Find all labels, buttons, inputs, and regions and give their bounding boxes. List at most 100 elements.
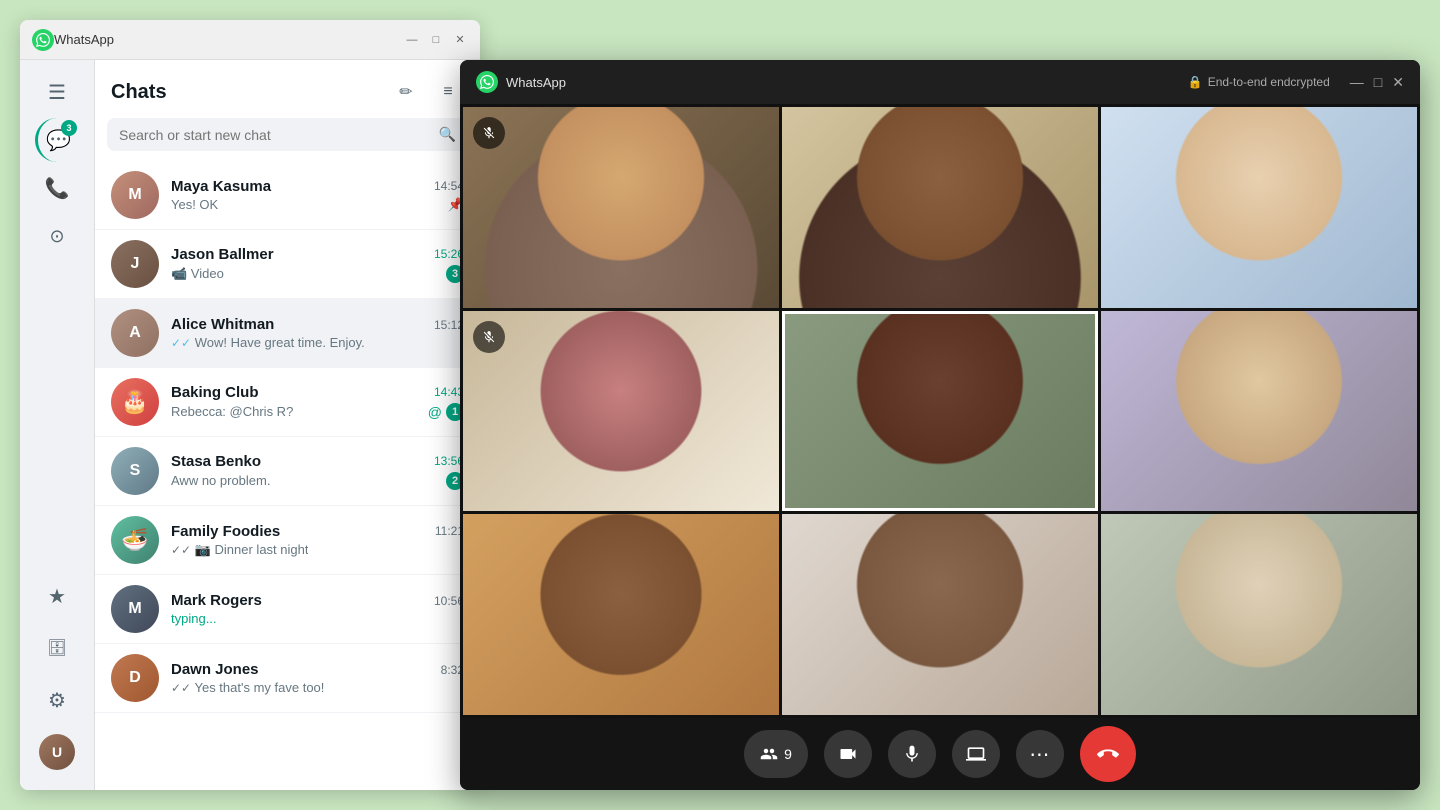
status-icon: ⊙ bbox=[49, 226, 64, 247]
chat-name: Jason Ballmer bbox=[171, 246, 274, 263]
list-item[interactable]: J Jason Ballmer 15:26 📹 Video 3 bbox=[95, 230, 480, 299]
list-item[interactable]: M Mark Rogers 10:56 typing... bbox=[95, 575, 480, 644]
call-whatsapp-logo bbox=[476, 71, 498, 93]
chat-preview: Aww no problem. bbox=[171, 473, 270, 488]
video-icon bbox=[838, 744, 858, 764]
sidebar-item-settings[interactable]: ⚙ bbox=[35, 678, 79, 722]
list-item[interactable]: 🍜 Family Foodies 11:21 ✓✓ 📷 Dinner last … bbox=[95, 506, 480, 575]
chats-panel: Chats ✏ ≡ 🔍 M Maya bbox=[95, 60, 480, 790]
call-titlebar: WhatsApp 🔒 End-to-end endcrypted — □ ✕ bbox=[460, 60, 1420, 104]
chat-preview: Yes! OK bbox=[171, 197, 218, 212]
chats-header-icons: ✏ ≡ bbox=[390, 76, 464, 108]
sidebar-item-profile[interactable]: U bbox=[35, 730, 79, 774]
chat-info: Baking Club 14:43 Rebecca: @Chris R? @ 1 bbox=[171, 384, 464, 421]
settings-icon: ⚙ bbox=[48, 688, 66, 713]
search-input[interactable] bbox=[119, 127, 439, 143]
whatsapp-main-window: WhatsApp — □ ✕ ☰ 💬 3 📞 ⊙ ★ 🗄 bbox=[20, 20, 480, 790]
whatsapp-titlebar: WhatsApp — □ ✕ bbox=[20, 20, 480, 60]
archived-icon: 🗄 bbox=[47, 638, 67, 658]
chat-name: Mark Rogers bbox=[171, 592, 262, 609]
video-cell bbox=[1101, 514, 1417, 715]
list-item[interactable]: M Maya Kasuma 14:54 Yes! OK 📌 bbox=[95, 161, 480, 230]
whatsapp-sidebar: ☰ 💬 3 📞 ⊙ ★ 🗄 ⚙ U bbox=[20, 60, 95, 790]
call-window: WhatsApp 🔒 End-to-end endcrypted — □ ✕ bbox=[460, 60, 1420, 790]
lock-icon: 🔒 bbox=[1188, 75, 1203, 89]
video-cell bbox=[463, 514, 779, 715]
end-call-icon bbox=[1097, 743, 1119, 765]
participants-button[interactable]: 9 bbox=[744, 730, 808, 778]
chat-name: Dawn Jones bbox=[171, 661, 259, 678]
new-chat-button[interactable]: ✏ bbox=[390, 76, 422, 108]
close-button[interactable]: ✕ bbox=[452, 32, 468, 48]
screen-share-icon bbox=[966, 744, 986, 764]
chat-preview: Rebecca: @Chris R? bbox=[171, 404, 293, 419]
chat-info: Family Foodies 11:21 ✓✓ 📷 Dinner last ni… bbox=[171, 523, 464, 558]
avatar: M bbox=[111, 171, 159, 219]
video-toggle-button[interactable] bbox=[824, 730, 872, 778]
call-minimize-button[interactable]: — bbox=[1350, 74, 1364, 91]
list-item[interactable]: S Stasa Benko 13:56 Aww no problem. 2 bbox=[95, 437, 480, 506]
filter-icon: ≡ bbox=[443, 83, 452, 101]
list-item[interactable]: A Alice Whitman 15:12 ✓✓ Wow! Have great… bbox=[95, 299, 480, 368]
chat-info: Dawn Jones 8:32 ✓✓ Yes that's my fave to… bbox=[171, 661, 464, 695]
call-titlebar-title: WhatsApp bbox=[506, 75, 1188, 90]
mention-icon: @ bbox=[428, 404, 442, 420]
sidebar-bottom: ★ 🗄 ⚙ U bbox=[35, 574, 79, 790]
video-cell bbox=[463, 107, 779, 308]
video-cell bbox=[782, 514, 1098, 715]
end-call-button[interactable] bbox=[1080, 726, 1136, 782]
chat-preview: ✓✓ 📷 Dinner last night bbox=[171, 542, 308, 558]
double-check-icon: ✓✓ bbox=[171, 543, 191, 557]
video-cell bbox=[1101, 311, 1417, 512]
whatsapp-titlebar-title: WhatsApp bbox=[54, 32, 404, 47]
chat-info: Jason Ballmer 15:26 📹 Video 3 bbox=[171, 246, 464, 283]
video-grid bbox=[460, 104, 1420, 718]
chat-name: Maya Kasuma bbox=[171, 178, 271, 195]
edit-icon: ✏ bbox=[399, 82, 412, 102]
sidebar-item-status[interactable]: ⊙ bbox=[35, 214, 79, 258]
participants-icon bbox=[760, 745, 778, 763]
chat-name: Stasa Benko bbox=[171, 453, 261, 470]
more-options-button[interactable]: ⋯ bbox=[1016, 730, 1064, 778]
list-item[interactable]: D Dawn Jones 8:32 ✓✓ Yes that's my fave … bbox=[95, 644, 480, 713]
chat-name: Family Foodies bbox=[171, 523, 280, 540]
chat-list: M Maya Kasuma 14:54 Yes! OK 📌 J bbox=[95, 161, 480, 790]
avatar: D bbox=[111, 654, 159, 702]
avatar: M bbox=[111, 585, 159, 633]
mic-button[interactable] bbox=[888, 730, 936, 778]
chat-preview: ✓✓ Wow! Have great time. Enjoy. bbox=[171, 335, 365, 350]
search-bar[interactable]: 🔍 bbox=[107, 118, 468, 151]
sidebar-item-menu[interactable]: ☰ bbox=[35, 70, 79, 114]
minimize-button[interactable]: — bbox=[404, 32, 420, 48]
menu-icon: ☰ bbox=[48, 80, 66, 105]
chat-info: Mark Rogers 10:56 typing... bbox=[171, 592, 464, 626]
chats-title: Chats bbox=[111, 81, 390, 104]
video-cell bbox=[1101, 107, 1417, 308]
avatar: J bbox=[111, 240, 159, 288]
double-check-icon: ✓✓ bbox=[171, 681, 191, 695]
maximize-button[interactable]: □ bbox=[428, 32, 444, 48]
chat-info: Alice Whitman 15:12 ✓✓ Wow! Have great t… bbox=[171, 316, 464, 350]
sidebar-item-archived[interactable]: 🗄 bbox=[35, 626, 79, 670]
avatar: U bbox=[39, 734, 75, 770]
mute-icon bbox=[473, 117, 505, 149]
video-cell bbox=[463, 311, 779, 512]
list-item[interactable]: 🎂 Baking Club 14:43 Rebecca: @Chris R? @… bbox=[95, 368, 480, 437]
call-titlebar-controls: — □ ✕ bbox=[1350, 74, 1404, 91]
avatar: 🎂 bbox=[111, 378, 159, 426]
titlebar-controls: — □ ✕ bbox=[404, 32, 468, 48]
call-close-button[interactable]: ✕ bbox=[1392, 74, 1404, 91]
call-maximize-button[interactable]: □ bbox=[1374, 74, 1382, 91]
chat-preview: ✓✓ Yes that's my fave too! bbox=[171, 680, 324, 695]
chat-preview: 📹 Video bbox=[171, 266, 224, 282]
avatar: 🍜 bbox=[111, 516, 159, 564]
sidebar-item-starred[interactable]: ★ bbox=[35, 574, 79, 618]
sidebar-item-calls[interactable]: 📞 bbox=[35, 166, 79, 210]
video-cell bbox=[782, 107, 1098, 308]
sidebar-item-chats[interactable]: 💬 3 bbox=[35, 118, 79, 162]
screen-share-button[interactable] bbox=[952, 730, 1000, 778]
chats-header: Chats ✏ ≡ bbox=[95, 60, 480, 118]
chat-name: Baking Club bbox=[171, 384, 259, 401]
chat-preview: typing... bbox=[171, 611, 217, 626]
participants-count: 9 bbox=[784, 746, 792, 762]
